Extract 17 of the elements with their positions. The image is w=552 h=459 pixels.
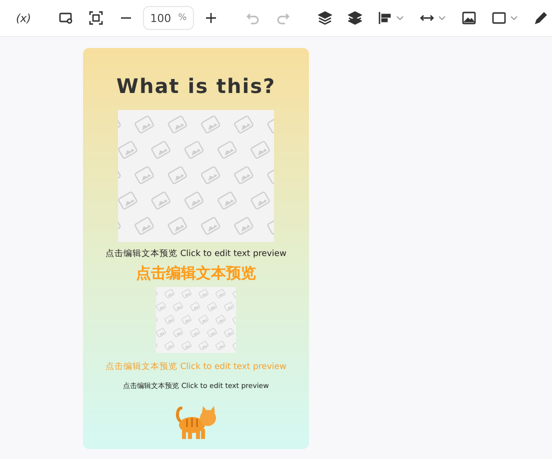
- preview-text: 点击编辑文本预览 Click to edit text preview: [106, 361, 286, 373]
- plus-icon: [204, 11, 218, 25]
- screen-settings-icon: [59, 11, 74, 25]
- pen-icon: [534, 11, 548, 25]
- rectangle-icon: [492, 11, 506, 25]
- layers-icon: [348, 11, 362, 25]
- layers-icon: [318, 11, 332, 25]
- redo-icon: [276, 11, 290, 25]
- zoom-field[interactable]: 100 %: [143, 6, 194, 30]
- preview-text: 点击编辑文本预览 Click to edit text preview: [106, 248, 286, 260]
- undo-icon: [246, 11, 260, 25]
- image-icon: [462, 11, 476, 25]
- fit-screen-icon: [89, 11, 104, 25]
- variable-button[interactable]: (x): [10, 6, 38, 30]
- card-title: What is this?: [116, 74, 276, 98]
- preview-heading: 点击编辑文本预览: [136, 264, 256, 283]
- align-left-icon: [378, 11, 392, 25]
